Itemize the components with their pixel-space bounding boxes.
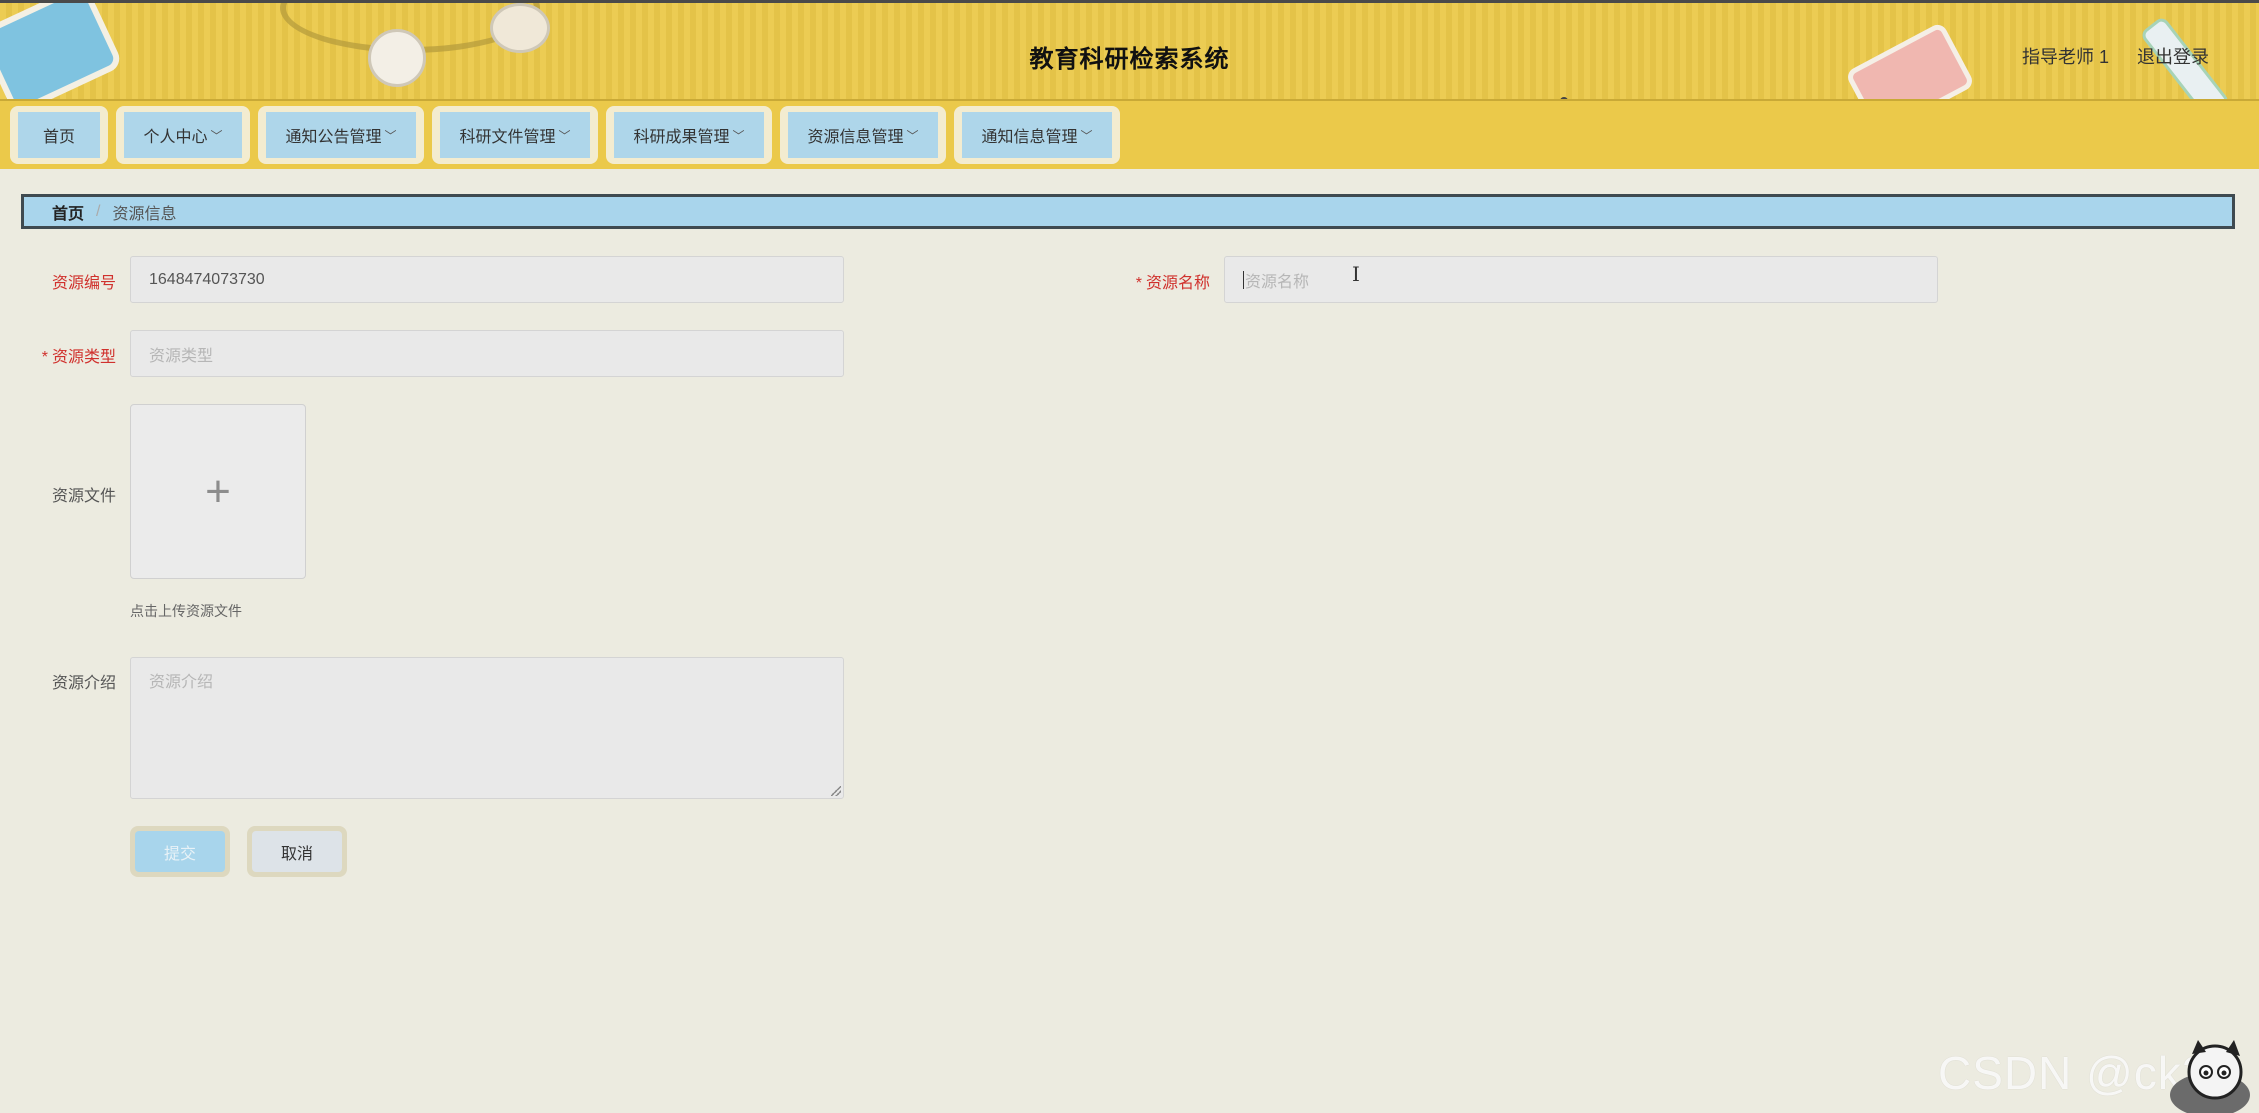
- site-title: 教育科研检索系统: [1029, 46, 1230, 73]
- resource-file-label: 资源文件: [51, 488, 116, 505]
- resize-grip-icon[interactable]: [831, 786, 841, 796]
- top-header: 教育科研检索系统 指导老师 1 退出登录: [0, 0, 2259, 101]
- nav-item-label: 通知公告管理: [285, 129, 382, 146]
- nav-item-label: 科研文件管理: [459, 129, 556, 146]
- resource-name-placeholder: 资源名称: [1245, 273, 1310, 291]
- nav-item-label: 资源信息管理: [807, 129, 904, 146]
- resource-intro-textarea[interactable]: 资源介绍: [130, 657, 844, 799]
- nav-item-label: 通知信息管理: [981, 129, 1078, 146]
- breadcrumb-home[interactable]: 首页: [52, 200, 84, 224]
- resource-type-label: * 资源类型: [20, 343, 116, 367]
- resource-type-input[interactable]: 资源类型: [130, 330, 844, 377]
- nav-item-label: 首页: [42, 129, 75, 146]
- text-cursor: [1243, 270, 1244, 289]
- main-nav: 首页 个人中心 ﹀ 通知公告管理 ﹀ 科研文件管理 ﹀ 科研成果管理 ﹀ 资源信息管理 ﹀…: [0, 101, 2259, 169]
- submit-button[interactable]: 提交: [135, 831, 225, 872]
- resource-no-input[interactable]: 1648474073730: [130, 256, 844, 303]
- nav-item-notice-announcement[interactable]: 通知公告管理 ﹀: [258, 106, 424, 164]
- chevron-down-icon: ﹀: [210, 128, 223, 143]
- nav-item-research-results[interactable]: 科研成果管理 ﹀: [606, 106, 772, 164]
- chevron-down-icon: ﹀: [906, 128, 919, 143]
- logout-link[interactable]: 退出登录: [2137, 43, 2209, 69]
- resource-name-input[interactable]: 资源名称: [1224, 256, 1938, 303]
- nav-item-label: 科研成果管理: [633, 129, 730, 146]
- cat-mascot-icon: [2170, 1040, 2250, 1113]
- upload-hint: 点击上传资源文件: [130, 603, 242, 619]
- nav-item-notification-info[interactable]: 通知信息管理 ﹀: [954, 106, 1120, 164]
- submit-button-frame: 提交: [130, 826, 230, 877]
- header-user-area: 指导老师 1 退出登录: [2022, 43, 2209, 69]
- required-mark: *: [1135, 275, 1142, 292]
- resource-name-label-text: 资源名称: [1145, 275, 1210, 292]
- nav-item-personal-center[interactable]: 个人中心 ﹀: [116, 106, 250, 164]
- resource-no-label: 资源编号: [51, 275, 116, 292]
- breadcrumb-current: 资源信息: [112, 205, 177, 223]
- chevron-down-icon: ﹀: [558, 128, 571, 143]
- nav-item-resource-info[interactable]: 资源信息管理 ﹀: [780, 106, 946, 164]
- cancel-button[interactable]: 取消: [252, 831, 342, 872]
- required-mark: *: [41, 349, 48, 366]
- chevron-down-icon: ﹀: [732, 128, 745, 143]
- resource-intro-label: 资源介绍: [51, 675, 116, 692]
- resource-intro-placeholder: 资源介绍: [149, 674, 214, 691]
- ibeam-cursor-icon: I: [1352, 262, 1360, 286]
- cancel-button-frame: 取消: [247, 826, 347, 877]
- file-upload-box[interactable]: +: [130, 404, 306, 579]
- plus-icon: +: [205, 466, 231, 516]
- chevron-down-icon: ﹀: [384, 128, 397, 143]
- resource-no-value: 1648474073730: [149, 270, 265, 288]
- breadcrumb: 首页 / 资源信息: [21, 194, 2235, 229]
- chevron-down-icon: ﹀: [1080, 128, 1093, 143]
- resource-name-label: * 资源名称: [1110, 269, 1210, 293]
- resource-type-label-text: 资源类型: [51, 349, 116, 366]
- resource-type-placeholder: 资源类型: [149, 347, 214, 365]
- user-name-link[interactable]: 指导老师 1: [2022, 43, 2109, 69]
- breadcrumb-separator: /: [96, 202, 101, 220]
- nav-item-label: 个人中心: [143, 129, 208, 146]
- nav-item-research-files[interactable]: 科研文件管理 ﹀: [432, 106, 598, 164]
- nav-item-home[interactable]: 首页: [10, 106, 108, 164]
